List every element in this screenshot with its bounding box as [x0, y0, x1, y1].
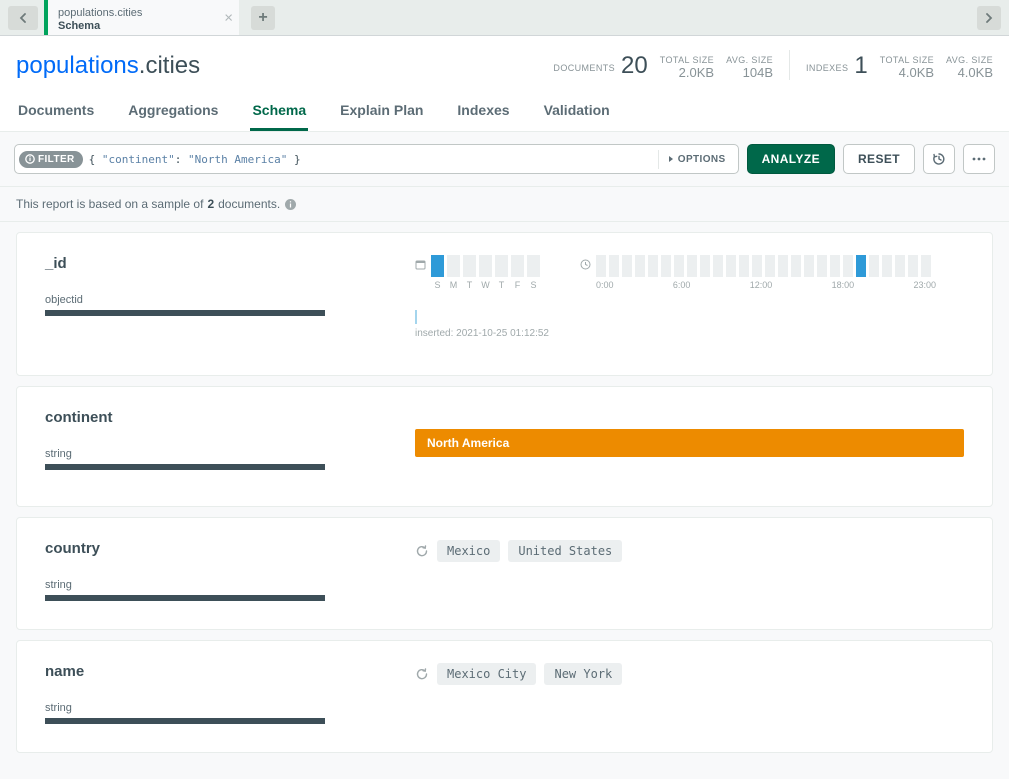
info-icon	[25, 154, 35, 164]
value-chip[interactable]: Mexico City	[437, 663, 536, 685]
close-icon[interactable]: ×	[224, 10, 233, 25]
analyze-button[interactable]: ANALYZE	[747, 144, 835, 174]
field-name: continent	[45, 409, 375, 426]
new-tab-button[interactable]: +	[251, 6, 275, 30]
schema-content[interactable]: _id objectid S M	[0, 222, 1009, 779]
insertion-timeline[interactable]	[415, 310, 964, 324]
collection-avg-size: 104B	[726, 65, 773, 80]
type-bar	[45, 595, 325, 601]
content-tabs: Documents Aggregations Schema Explain Pl…	[16, 94, 993, 131]
field-type: string	[45, 702, 375, 714]
reset-button[interactable]: RESET	[843, 144, 915, 174]
caret-right-icon	[667, 155, 675, 163]
tab-schema[interactable]: Schema	[250, 94, 308, 131]
field-type: string	[45, 579, 375, 591]
header: populations.cities DOCUMENTS 20 TOTAL SI…	[0, 36, 1009, 132]
value-chips: Mexico United States	[415, 540, 964, 562]
value-chip[interactable]: United States	[508, 540, 622, 562]
type-bar	[45, 718, 325, 724]
documents-count: 20	[621, 52, 648, 80]
sample-notice: This report is based on a sample of 2 do…	[0, 187, 1009, 222]
clock-icon	[580, 259, 591, 273]
indexes-label: INDEXES	[806, 63, 848, 73]
refresh-icon[interactable]	[415, 544, 429, 558]
tab-subtitle: Schema	[58, 20, 229, 32]
query-text: { "continent": "North America" }	[89, 153, 301, 166]
more-options-button[interactable]	[963, 144, 995, 174]
tabstrip-back-button[interactable]	[8, 6, 38, 30]
field-type: objectid	[45, 294, 375, 306]
day-bars[interactable]	[431, 255, 540, 277]
value-bar-north-america[interactable]: North America	[415, 429, 964, 457]
filter-pill: FILTER	[19, 151, 83, 168]
indexes-count: 1	[854, 52, 867, 80]
filter-input[interactable]: FILTER { "continent": "North America" } …	[14, 144, 739, 174]
calendar-icon	[415, 259, 426, 273]
tab-populations-cities[interactable]: populations.cities Schema ×	[44, 0, 239, 35]
sample-count: 2	[207, 197, 214, 211]
namespace-title: populations.cities	[16, 52, 200, 80]
tab-title: populations.cities	[58, 7, 229, 19]
tab-validation[interactable]: Validation	[542, 94, 612, 131]
refresh-icon[interactable]	[415, 667, 429, 681]
history-icon	[932, 152, 946, 166]
schema-field-name: name string Mexico City New York	[16, 640, 993, 753]
history-button[interactable]	[923, 144, 955, 174]
tab-indexes[interactable]: Indexes	[455, 94, 511, 131]
collection-stats: DOCUMENTS 20 TOTAL SIZE 2.0KB AVG. SIZE …	[553, 50, 993, 80]
info-icon[interactable]	[284, 198, 297, 211]
type-bar	[45, 464, 325, 470]
tab-explain-plan[interactable]: Explain Plan	[338, 94, 425, 131]
documents-label: DOCUMENTS	[553, 63, 615, 73]
tab-documents[interactable]: Documents	[16, 94, 96, 131]
query-bar: FILTER { "continent": "North America" } …	[0, 132, 1009, 187]
index-avg-size: 4.0KB	[946, 65, 993, 80]
value-chip[interactable]: Mexico	[437, 540, 500, 562]
collection-total-size: 2.0KB	[660, 65, 714, 80]
field-name: name	[45, 663, 375, 680]
schema-field-id: _id objectid S M	[16, 232, 993, 376]
hour-bars[interactable]	[596, 255, 931, 277]
type-bar	[45, 310, 325, 316]
timeline-viz: S M T W T F S	[415, 255, 964, 290]
index-total-size: 4.0KB	[880, 65, 934, 80]
tab-strip: populations.cities Schema × +	[0, 0, 1009, 36]
schema-field-country: country string Mexico United States	[16, 517, 993, 630]
tabstrip-forward-button[interactable]	[977, 6, 1001, 30]
value-chip[interactable]: New York	[544, 663, 622, 685]
ellipsis-icon	[972, 157, 986, 161]
tab-aggregations[interactable]: Aggregations	[126, 94, 220, 131]
field-type: string	[45, 448, 375, 460]
schema-field-continent: continent string North America	[16, 386, 993, 507]
value-chips: Mexico City New York	[415, 663, 964, 685]
options-button[interactable]: OPTIONS	[658, 150, 734, 169]
database-name: populations	[16, 52, 139, 79]
inserted-timestamp: inserted: 2021-10-25 01:12:52	[415, 328, 964, 339]
collection-name: cities	[145, 52, 200, 79]
field-name: _id	[45, 255, 375, 272]
field-name: country	[45, 540, 375, 557]
